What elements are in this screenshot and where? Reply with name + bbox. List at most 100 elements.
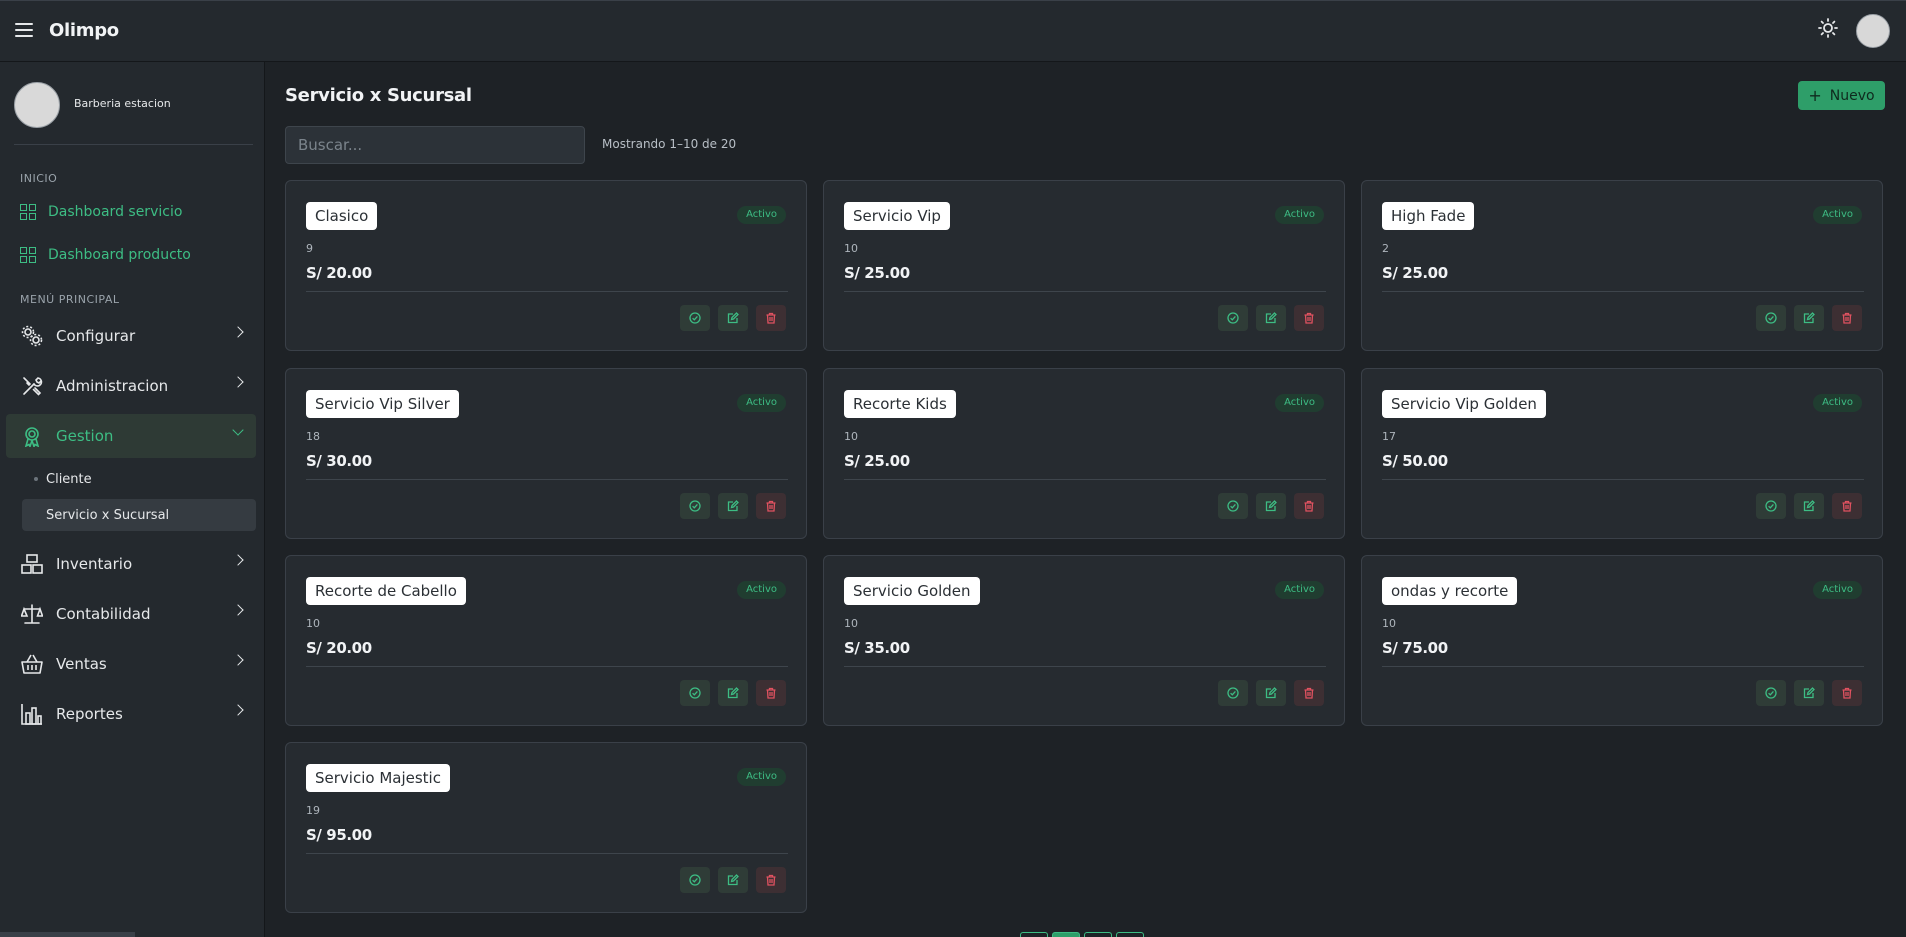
award-icon bbox=[20, 424, 44, 448]
menu-icon[interactable] bbox=[15, 23, 33, 37]
divider bbox=[306, 291, 788, 292]
sidebar-item-label: Reportes bbox=[56, 705, 123, 723]
new-button-label: Nuevo bbox=[1829, 87, 1875, 104]
pagination-button[interactable] bbox=[1020, 932, 1048, 937]
activate-button[interactable] bbox=[680, 493, 710, 519]
edit-button[interactable] bbox=[718, 680, 748, 706]
sidebar-subitem-servicio-x-sucursal[interactable]: Servicio x Sucursal bbox=[22, 499, 256, 531]
edit-button[interactable] bbox=[1794, 493, 1824, 519]
delete-button[interactable] bbox=[756, 867, 786, 893]
edit-button[interactable] bbox=[718, 305, 748, 331]
sidebar-item-dashboard-producto[interactable]: Dashboard producto bbox=[20, 241, 255, 269]
check-circle-icon bbox=[1227, 500, 1239, 512]
service-name: Recorte de Cabello bbox=[306, 577, 466, 605]
scrollbar[interactable] bbox=[0, 932, 135, 937]
delete-button[interactable] bbox=[756, 493, 786, 519]
sidebar-item-label: Dashboard servicio bbox=[48, 204, 183, 220]
edit-button[interactable] bbox=[1256, 305, 1286, 331]
activate-button[interactable] bbox=[680, 867, 710, 893]
top-bar: Olimpo bbox=[0, 0, 1906, 62]
activate-button[interactable] bbox=[1756, 305, 1786, 331]
chevron-right-icon bbox=[232, 376, 244, 388]
pagination-button[interactable] bbox=[1116, 932, 1144, 937]
delete-button[interactable] bbox=[1832, 493, 1862, 519]
chevron-right-icon bbox=[232, 326, 244, 338]
sidebar-item-ventas[interactable]: Ventas bbox=[6, 642, 256, 686]
sidebar-item-reportes[interactable]: Reportes bbox=[6, 692, 256, 736]
delete-button[interactable] bbox=[756, 680, 786, 706]
divider bbox=[844, 479, 1326, 480]
service-card: High Fade Activo 2 S/ 25.00 bbox=[1361, 180, 1883, 351]
section-label-inicio: INICIO bbox=[20, 172, 58, 185]
activate-button[interactable] bbox=[1756, 680, 1786, 706]
pagination-button[interactable] bbox=[1084, 932, 1112, 937]
card-actions bbox=[1218, 305, 1324, 331]
divider bbox=[844, 291, 1326, 292]
edit-button[interactable] bbox=[718, 493, 748, 519]
new-button[interactable]: + Nuevo bbox=[1798, 81, 1885, 110]
status-badge: Activo bbox=[737, 206, 786, 224]
sun-icon[interactable] bbox=[1815, 18, 1841, 44]
bar-chart-icon bbox=[20, 702, 44, 726]
edit-icon bbox=[1803, 687, 1815, 699]
check-circle-icon bbox=[1227, 687, 1239, 699]
app-brand[interactable]: Olimpo bbox=[49, 20, 119, 41]
divider bbox=[1382, 666, 1864, 667]
activate-button[interactable] bbox=[680, 305, 710, 331]
card-actions bbox=[1756, 493, 1862, 519]
delete-button[interactable] bbox=[1832, 305, 1862, 331]
edit-icon bbox=[727, 312, 739, 324]
activate-button[interactable] bbox=[1218, 680, 1248, 706]
edit-button[interactable] bbox=[718, 867, 748, 893]
card-actions bbox=[680, 493, 786, 519]
sidebar-item-administracion[interactable]: Administracion bbox=[6, 364, 256, 408]
status-badge: Activo bbox=[737, 581, 786, 599]
check-circle-icon bbox=[1227, 312, 1239, 324]
check-circle-icon bbox=[1765, 687, 1777, 699]
edit-icon bbox=[727, 687, 739, 699]
sidebar-subitem-label: Servicio x Sucursal bbox=[46, 507, 170, 523]
delete-button[interactable] bbox=[1832, 680, 1862, 706]
pagination-button[interactable] bbox=[1052, 932, 1080, 937]
trash-icon bbox=[766, 687, 776, 699]
delete-button[interactable] bbox=[1294, 680, 1324, 706]
status-badge: Activo bbox=[1275, 581, 1324, 599]
delete-button[interactable] bbox=[1294, 305, 1324, 331]
edit-button[interactable] bbox=[1794, 305, 1824, 331]
edit-button[interactable] bbox=[1794, 680, 1824, 706]
delete-button[interactable] bbox=[756, 305, 786, 331]
activate-button[interactable] bbox=[1218, 305, 1248, 331]
grid-icon bbox=[20, 247, 36, 263]
service-name: Servicio Vip Golden bbox=[1382, 390, 1546, 418]
sidebar-item-dashboard-servicio[interactable]: Dashboard servicio bbox=[20, 198, 255, 226]
service-price: S/ 95.00 bbox=[306, 826, 372, 844]
search-input[interactable] bbox=[285, 126, 585, 164]
sidebar-item-contabilidad[interactable]: Contabilidad bbox=[6, 592, 256, 636]
trash-icon bbox=[766, 500, 776, 512]
edit-button[interactable] bbox=[1256, 493, 1286, 519]
activate-button[interactable] bbox=[1756, 493, 1786, 519]
chevron-down-icon bbox=[232, 424, 244, 436]
chevron-right-icon bbox=[232, 554, 244, 566]
activate-button[interactable] bbox=[1218, 493, 1248, 519]
edit-icon bbox=[1803, 312, 1815, 324]
sidebar: Barberia estacion INICIO Dashboard servi… bbox=[0, 62, 265, 937]
user-avatar[interactable] bbox=[1856, 14, 1890, 48]
check-circle-icon bbox=[689, 687, 701, 699]
sidebar-subitem-cliente[interactable]: Cliente bbox=[22, 463, 256, 495]
bullet-icon bbox=[34, 477, 38, 481]
chevron-right-icon bbox=[232, 604, 244, 616]
check-circle-icon bbox=[689, 874, 701, 886]
basket-icon bbox=[20, 652, 44, 676]
edit-button[interactable] bbox=[1256, 680, 1286, 706]
sidebar-item-configurar[interactable]: Configurar bbox=[6, 314, 256, 358]
sidebar-item-gestion[interactable]: Gestion bbox=[6, 414, 256, 458]
activate-button[interactable] bbox=[680, 680, 710, 706]
service-name: ondas y recorte bbox=[1382, 577, 1518, 605]
delete-button[interactable] bbox=[1294, 493, 1324, 519]
service-price: S/ 35.00 bbox=[844, 639, 910, 657]
check-circle-icon bbox=[689, 312, 701, 324]
sidebar-item-inventario[interactable]: Inventario bbox=[6, 542, 256, 586]
service-name: Servicio Golden bbox=[844, 577, 980, 605]
card-actions bbox=[1218, 680, 1324, 706]
